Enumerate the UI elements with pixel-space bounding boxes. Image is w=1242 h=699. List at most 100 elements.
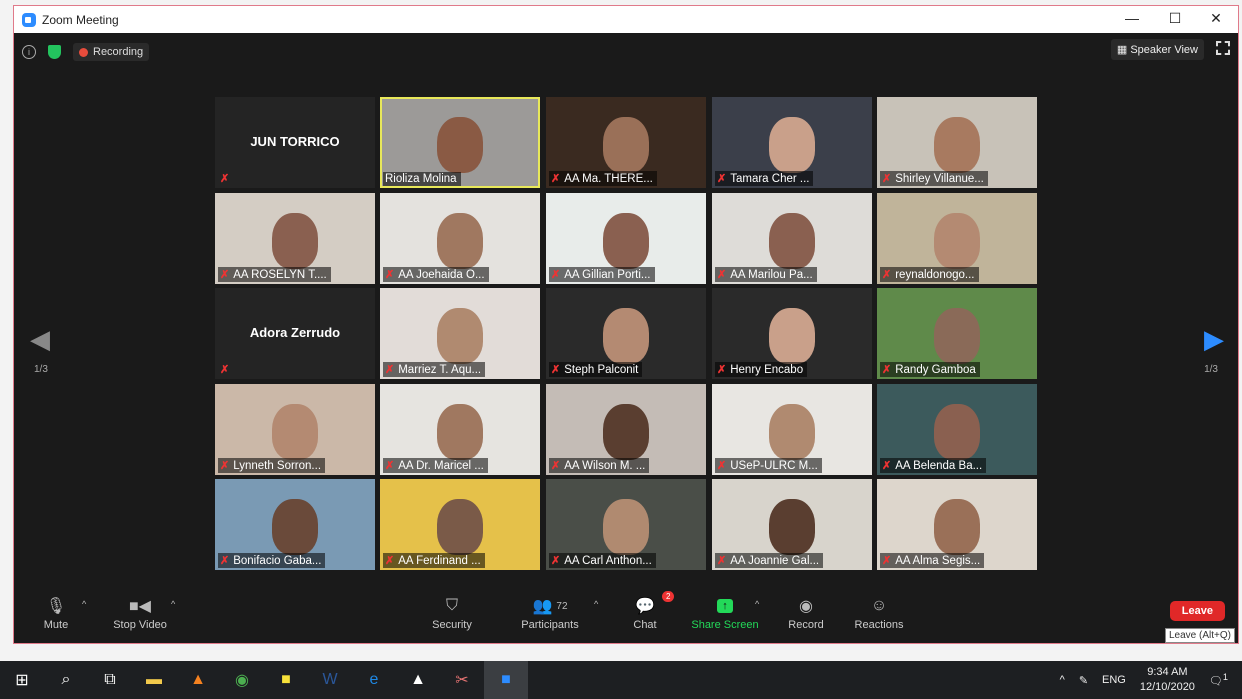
maximize-button[interactable]: ☐ [1155,10,1195,27]
record-button[interactable]: ◉ Record [784,593,828,631]
participant-tile[interactable]: ✗ Marriez T. Aqu... [380,288,540,379]
start-windows-icon[interactable]: ⊞ [0,661,44,699]
participant-name: USeP-ULRC M... [730,459,818,472]
muted-mic-icon: ✗ [551,269,561,281]
participant-video [769,308,815,364]
participant-tile[interactable]: ✗ Henry Encabo [712,288,872,379]
next-page-arrow-icon[interactable]: ▶ [1204,324,1224,355]
participant-name-label: ✗ AA ROSELYN T.... [218,267,331,282]
participant-name-label: ✗ Marriez T. Aqu... [383,362,486,377]
clock[interactable]: 9:34 AM 12/10/2020 [1140,665,1195,695]
snipping-tool-icon[interactable]: ✂ [440,661,484,699]
participant-tile[interactable]: ✗ AA Alma Segis... [877,479,1037,570]
participant-name: AA Ma. THERE... [564,172,653,185]
pen-icon[interactable]: ✎ [1079,674,1088,687]
meeting-top-bar: i Recording ▦ Speaker View [22,39,1230,63]
participant-tile[interactable]: JUN TORRICO ✗ [215,97,375,188]
leave-button[interactable]: Leave [1169,601,1225,621]
chrome-icon[interactable]: ◉ [220,661,264,699]
participant-tile[interactable]: ✗ AA Marilou Pa... [712,193,872,284]
participant-tile[interactable]: ✗ AA Ma. THERE... [546,97,706,188]
participant-tile[interactable]: ✗ Bonifacio Gaba... [215,479,375,570]
task-view-icon[interactable]: ⧉ [88,661,132,699]
chat-button[interactable]: 💬 2 Chat [627,591,675,631]
participant-name-label: Rioliza Molina [383,172,461,186]
muted-mic-icon: ✗ [385,460,395,472]
participant-tile[interactable]: ✗ AA Carl Anthon... [546,479,706,570]
participant-name: AA Belenda Ba... [895,459,983,472]
muted-mic-icon: ✗ [220,555,230,567]
participants-caret-icon[interactable]: ^ [594,599,598,609]
audio-options-caret-icon[interactable]: ^ [82,599,86,609]
mute-button[interactable]: 🎙 Mute [36,593,76,631]
edge-icon[interactable]: e [352,661,396,699]
muted-mic-icon: ✗ [220,460,230,472]
leave-tooltip: Leave (Alt+Q) [1165,628,1235,643]
participant-tile[interactable]: Rioliza Molina [380,97,540,188]
participant-video [769,404,815,460]
recording-indicator[interactable]: Recording [73,43,150,61]
share-screen-label: Share Screen [691,619,759,631]
participant-name: Bonifacio Gaba... [233,554,322,567]
participant-tile[interactable]: ✗ AA Belenda Ba... [877,384,1037,475]
photos-icon[interactable]: ▲ [396,661,440,699]
participant-tile[interactable]: ✗ USeP-ULRC M... [712,384,872,475]
file-explorer-icon[interactable]: ▬ [132,661,176,699]
search-icon[interactable]: ⌕ [44,661,88,699]
minimize-button[interactable]: — [1112,10,1152,26]
participant-video [769,117,815,173]
security-button[interactable]: ⛉ Security [427,593,477,631]
share-screen-button[interactable]: ↑ Share Screen [690,593,760,631]
participant-tile[interactable]: ✗ AA Wilson M. ... [546,384,706,475]
participants-button[interactable]: 👥 72 Participants [517,593,583,631]
muted-mic-icon: ✗ [717,364,727,376]
page-indicator-right: 1/3 [1204,364,1218,375]
close-button[interactable]: ✕ [1196,10,1236,27]
participant-name-label: ✗ AA Ferdinand ... [383,553,485,568]
microphone-icon: 🎙 [45,598,67,615]
share-options-caret-icon[interactable]: ^ [755,599,759,609]
chat-bubble-icon: 💬 [635,598,655,615]
security-label: Security [432,619,472,631]
participant-video [272,404,318,460]
vlc-icon[interactable]: ▲ [176,661,220,699]
speaker-view-button[interactable]: ▦ Speaker View [1110,39,1204,60]
show-hidden-icons-icon[interactable]: ^ [1060,674,1065,686]
participant-tile[interactable]: ✗ Tamara Cher ... [712,97,872,188]
participant-tile[interactable]: ✗ Shirley Villanue... [877,97,1037,188]
participant-video [603,404,649,460]
participant-tile[interactable]: ✗ Randy Gamboa [877,288,1037,379]
encryption-shield-icon[interactable] [48,45,61,59]
participant-tile[interactable]: ✗ AA Joehaida O... [380,193,540,284]
participant-tile[interactable]: ✗ Lynneth Sorron... [215,384,375,475]
participant-name-label: ✗ USeP-ULRC M... [715,458,822,473]
participant-tile[interactable]: Adora Zerrudo ✗ [215,288,375,379]
notifications-icon[interactable]: 🗨1 [1209,672,1228,688]
windows-taskbar: ⊞ ⌕ ⧉ ▬ ▲ ◉ ■ W e ▲ ✂ ■ ^ ✎ ENG 9:34 AM 1… [0,661,1242,699]
word-icon[interactable]: W [308,661,352,699]
participant-tile[interactable]: ✗ AA Joannie Gal... [712,479,872,570]
participant-video [603,213,649,269]
participant-name: Marriez T. Aqu... [398,363,482,376]
participant-name: Steph Palconit [564,363,639,376]
zoom-taskbar-icon[interactable]: ■ [484,661,528,699]
video-options-caret-icon[interactable]: ^ [171,599,175,609]
stop-video-button[interactable]: ■◀ Stop Video [109,593,171,631]
muted-mic-icon: ✗ [717,460,727,472]
participant-tile[interactable]: ✗ reynaldonogo... [877,193,1037,284]
info-icon[interactable]: i [22,45,36,59]
muted-mic-icon: ✗ [717,269,727,281]
reactions-button[interactable]: ☺ Reactions [852,593,906,631]
previous-page-arrow-icon[interactable]: ◀ [30,324,50,355]
participant-video [437,117,483,173]
participant-tile[interactable]: ✗ AA Dr. Maricel ... [380,384,540,475]
sticky-notes-icon[interactable]: ■ [264,661,308,699]
fullscreen-icon[interactable] [1216,41,1230,55]
participant-tile[interactable]: ✗ AA ROSELYN T.... [215,193,375,284]
participant-tile[interactable]: ✗ AA Gillian Porti... [546,193,706,284]
participant-name-label: ✗ Tamara Cher ... [715,171,814,186]
language-indicator[interactable]: ENG [1102,674,1126,686]
participant-tile[interactable]: ✗ Steph Palconit [546,288,706,379]
participant-name-label: ✗ AA Wilson M. ... [549,458,650,473]
participant-tile[interactable]: ✗ AA Ferdinand ... [380,479,540,570]
